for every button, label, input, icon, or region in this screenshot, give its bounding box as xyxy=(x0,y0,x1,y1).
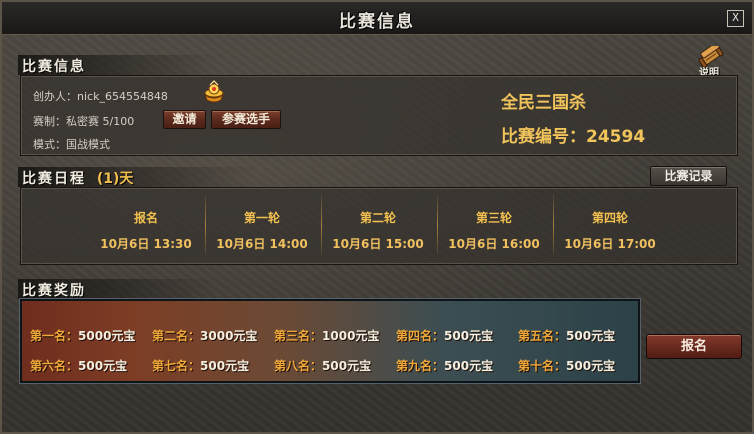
reward-item: 第九名：500元宝 xyxy=(396,359,494,373)
schedule-section-title: 比赛日程 (1)天 xyxy=(22,168,133,188)
rewards-panel: 第一名：5000元宝 第二名：3000元宝 第三名：1000元宝 第四名：500… xyxy=(20,299,640,383)
match-id: 比赛编号：24594 xyxy=(501,127,646,147)
invite-button[interactable]: 邀请 xyxy=(163,110,206,129)
round-name: 第三轮 xyxy=(475,211,512,225)
schedule-days: (1)天 xyxy=(96,171,134,187)
schedule-title-text: 比赛日程 xyxy=(22,171,86,187)
round-name: 报名 xyxy=(133,211,158,225)
close-button[interactable]: X xyxy=(727,10,744,27)
round-time: 10月6日 14:00 xyxy=(216,237,308,251)
reward-item: 第七名：500元宝 xyxy=(152,359,250,373)
schedule-round: 第三轮 10月6日 16:00 xyxy=(436,195,552,257)
reward-item: 第八名：500元宝 xyxy=(274,359,372,373)
match-info-window: 比赛信息 X 比赛信息 说明 创办人：nick_654554848 赛制：私密赛… xyxy=(0,0,754,434)
title-bar: 比赛信息 X xyxy=(2,2,752,35)
reward-item: 第二名：3000元宝 xyxy=(152,329,258,343)
schedule-round: 第一轮 10月6日 14:00 xyxy=(204,195,320,257)
reward-item: 第六名：500元宝 xyxy=(30,359,128,373)
creator-text: 创办人：nick_654554848 xyxy=(33,90,168,103)
match-record-button[interactable]: 比赛记录 xyxy=(650,166,727,186)
help-button[interactable]: 说明 xyxy=(694,46,728,79)
reward-item: 第四名：500元宝 xyxy=(396,329,494,343)
round-name: 第四轮 xyxy=(591,211,628,225)
reward-item: 第五名：500元宝 xyxy=(518,329,616,343)
match-name: 全民三国杀 xyxy=(501,93,586,113)
signup-button[interactable]: 报名 xyxy=(646,334,742,359)
reward-item: 第一名：5000元宝 xyxy=(30,329,136,343)
round-name: 第一轮 xyxy=(243,211,280,225)
round-time: 10月6日 16:00 xyxy=(448,237,540,251)
reward-item: 第三名：1000元宝 xyxy=(274,329,380,343)
gold-ingot-icon xyxy=(203,80,225,103)
info-panel: 创办人：nick_654554848 赛制：私密赛 5/100 邀请 参赛选手 … xyxy=(20,75,738,156)
info-section-title: 比赛信息 xyxy=(22,59,86,75)
schedule-round: 报名 10月6日 13:30 xyxy=(88,195,204,257)
round-name: 第二轮 xyxy=(359,211,396,225)
window-title: 比赛信息 xyxy=(339,12,415,32)
round-time: 10月6日 13:30 xyxy=(100,237,192,251)
schedule-round: 第二轮 10月6日 15:00 xyxy=(320,195,436,257)
participants-button[interactable]: 参赛选手 xyxy=(211,110,281,129)
mode-text: 模式：国战模式 xyxy=(33,138,110,151)
rewards-section-title: 比赛奖励 xyxy=(22,283,86,299)
round-time: 10月6日 15:00 xyxy=(332,237,424,251)
format-text: 赛制：私密赛 5/100 xyxy=(33,115,135,128)
round-time: 10月6日 17:00 xyxy=(564,237,656,251)
reward-item: 第十名：500元宝 xyxy=(518,359,616,373)
schedule-round: 第四轮 10月6日 17:00 xyxy=(552,195,668,257)
